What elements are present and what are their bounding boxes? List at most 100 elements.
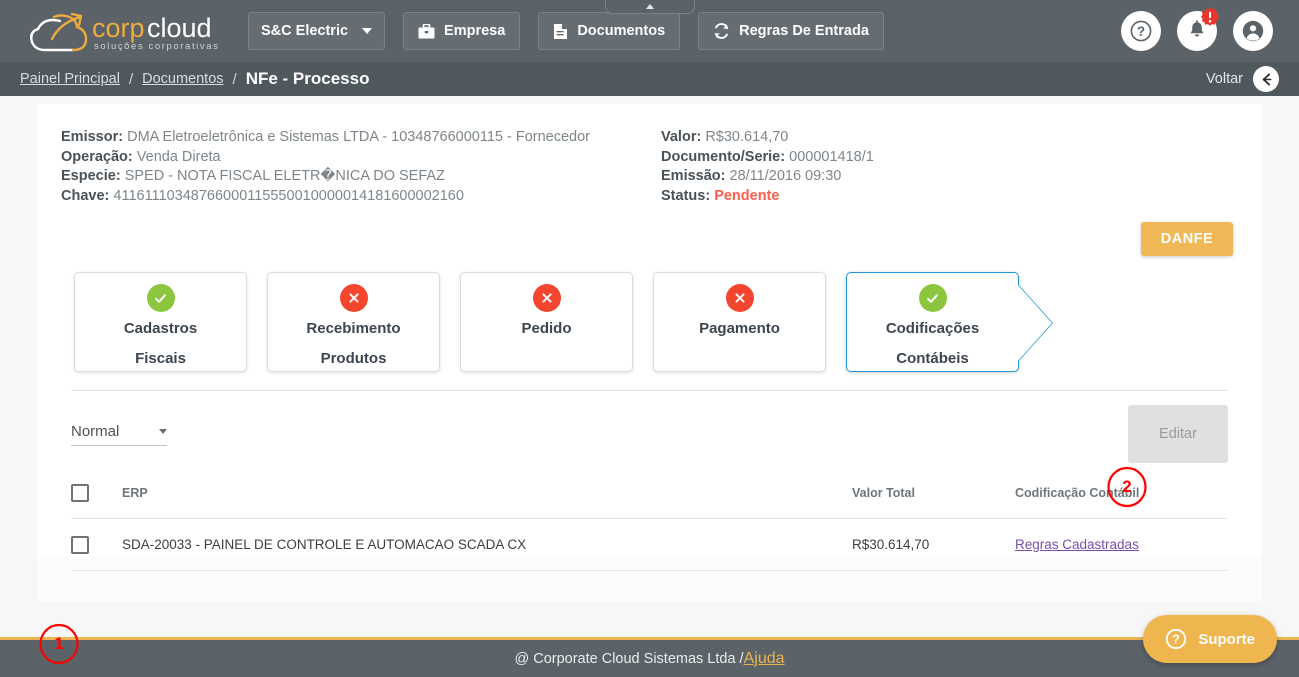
nav-button-empresa[interactable]: Empresa: [403, 12, 521, 50]
nav-button-documentos[interactable]: Documentos: [538, 12, 681, 50]
column-header-codificacao-contabil: Codificação Contábil: [1015, 485, 1140, 500]
document-info: Emissor: DMA Eletroeletrônica e Sistemas…: [61, 122, 1238, 206]
step-pagamento[interactable]: Pagamento: [653, 272, 826, 372]
svg-text:?: ?: [1137, 24, 1145, 39]
nav-button-regras-de-entrada[interactable]: Regras De Entrada: [698, 12, 884, 50]
company-selector-value: S&C Electric: [261, 23, 349, 39]
page-title: NFe - Processo: [245, 69, 370, 88]
logo-text-cloud: cloud: [147, 13, 212, 43]
step-label-line1: Recebimento: [306, 320, 401, 337]
back-button[interactable]: Voltar: [1206, 66, 1279, 92]
logo-tagline: soluções corporativas: [94, 41, 219, 52]
info-label-emissor: Emissor:: [61, 129, 124, 145]
info-row-emissao: Emissão: 28/11/2016 09:30: [661, 167, 1238, 187]
step-label-line1: Cadastros: [123, 320, 198, 337]
chevron-up-icon: [645, 4, 654, 9]
footer-bar: @ Corporate Cloud Sistemas Ltda / Ajuda: [0, 637, 1299, 677]
step-cadastros-fiscais[interactable]: Cadastros Fiscais: [74, 272, 247, 372]
info-value-valor: R$30.614,70: [705, 129, 789, 145]
row-checkbox[interactable]: [71, 535, 89, 554]
controls-row: Normal Editar: [61, 405, 1238, 463]
corpcloud-logo[interactable]: corp cloud soluções corporativas: [30, 9, 230, 53]
topbar-icon-group: ?: [1121, 7, 1279, 51]
cell-valor-total: R$30.614,70: [852, 537, 930, 552]
step-recebimento-produtos[interactable]: Recebimento Produtos: [267, 272, 440, 372]
regras-cadastradas-link[interactable]: Regras Cadastradas: [1015, 537, 1139, 552]
edit-button[interactable]: Editar: [1128, 405, 1228, 463]
info-label-status: Status:: [661, 187, 711, 204]
notifications-button[interactable]: [1177, 7, 1220, 51]
step-label-line2: Contábeis: [896, 350, 969, 367]
content-card: Emissor: DMA Eletroeletrônica e Sistemas…: [37, 104, 1262, 571]
info-row-status: Status: Pendente: [661, 187, 1238, 207]
person-icon: [1242, 20, 1264, 42]
step-label-line1: Pagamento: [699, 320, 780, 337]
info-value-documento-serie: 000001418/1: [789, 148, 874, 165]
table-row[interactable]: SDA-20033 - PAINEL DE CONTROLE E AUTOMAC…: [71, 519, 1228, 571]
check-circle-icon: [146, 284, 175, 312]
support-widget-button[interactable]: ? Suporte: [1143, 615, 1277, 663]
support-widget-label: Suporte: [1198, 630, 1255, 648]
info-label-especie: Especie:: [61, 168, 121, 184]
row-select-cell: [71, 535, 122, 554]
items-table: ERP Valor Total Codificação Contábil SDA…: [61, 467, 1238, 571]
info-row-especie: Especie: SPED - NOTA FISCAL ELETR�NICA D…: [61, 167, 661, 187]
step-label-line1: Pedido: [521, 320, 572, 337]
footer-help-link[interactable]: Ajuda: [744, 650, 785, 668]
step-codificacoes-contabeis[interactable]: Codificações Contábeis: [846, 272, 1053, 372]
x-circle-icon: [725, 284, 754, 312]
help-button[interactable]: ?: [1121, 11, 1161, 51]
nav-button-documentos-label: Documentos: [577, 23, 666, 39]
info-label-valor: Valor:: [661, 129, 702, 145]
step-label-line2: Fiscais: [135, 350, 186, 367]
company-selector[interactable]: S&C Electric: [248, 12, 386, 50]
info-value-especie: SPED - NOTA FISCAL ELETR�NICA DO SEFAZ: [124, 168, 445, 184]
document-info-right-column: Valor: R$30.614,70 Documento/Serie: 0000…: [661, 128, 1238, 206]
cell-codificacao-contabil: Regras Cadastradas: [1015, 536, 1228, 554]
briefcase-icon: [418, 23, 435, 38]
table-header-row: ERP Valor Total Codificação Contábil: [71, 467, 1228, 519]
cell-erp: SDA-20033 - PAINEL DE CONTROLE E AUTOMAC…: [122, 537, 527, 552]
mode-select[interactable]: Normal: [71, 423, 167, 446]
info-row-documento-serie: Documento/Serie: 000001418/1: [661, 148, 1238, 168]
info-value-emissao: 28/11/2016 09:30: [729, 168, 842, 184]
refresh-icon: [714, 23, 729, 39]
nav-button-empresa-label: Empresa: [444, 23, 506, 39]
collapse-menu-toggle[interactable]: [604, 0, 695, 14]
info-value-chave: 4116111034876600011555001000001418160000…: [113, 187, 464, 204]
account-button[interactable]: [1233, 11, 1273, 51]
step-pedido[interactable]: Pedido: [460, 272, 633, 372]
info-label-operacao: Operação:: [61, 148, 133, 165]
document-icon: [554, 23, 568, 39]
mode-select-value: Normal: [71, 422, 120, 440]
select-all-checkbox[interactable]: [71, 483, 89, 502]
content-panel: Emissor: DMA Eletroeletrônica e Sistemas…: [37, 104, 1262, 602]
step-label-line1: Codificações: [885, 320, 980, 337]
x-circle-icon: [339, 284, 368, 312]
nav-button-regras-label: Regras De Entrada: [739, 23, 869, 39]
logo-text-corp: corp: [92, 13, 145, 43]
document-info-left-column: Emissor: DMA Eletroeletrônica e Sistemas…: [61, 128, 661, 206]
info-value-emissor: DMA Eletroeletrônica e Sistemas LTDA - 1…: [127, 129, 591, 145]
info-label-chave: Chave:: [61, 187, 110, 204]
info-value-operacao: Venda Direta: [136, 148, 221, 165]
arrow-left-icon: [1253, 66, 1279, 92]
breadcrumb-item-documentos[interactable]: Documentos: [142, 71, 223, 87]
svg-text:?: ?: [1173, 633, 1181, 647]
breadcrumb-separator: /: [128, 70, 134, 88]
logo-mark: corp cloud soluções corporativas: [30, 12, 219, 52]
section-divider: [71, 390, 1228, 391]
info-row-emissor: Emissor: DMA Eletroeletrônica e Sistemas…: [61, 128, 661, 148]
chevron-down-icon: [362, 28, 373, 34]
info-label-documento-serie: Documento/Serie:: [661, 148, 786, 165]
breadcrumb-bar: Painel Principal / Documentos / NFe - Pr…: [0, 62, 1299, 96]
danfe-button[interactable]: DANFE: [1141, 222, 1233, 256]
page-content: Emissor: DMA Eletroeletrônica e Sistemas…: [0, 96, 1299, 677]
danfe-row: DANFE: [61, 222, 1238, 256]
info-row-valor: Valor: R$30.614,70: [661, 128, 1238, 148]
select-all-cell: [71, 483, 122, 502]
help-circle-icon: ?: [1166, 628, 1187, 650]
x-circle-icon: [532, 284, 561, 312]
breadcrumb-item-painel-principal[interactable]: Painel Principal: [20, 71, 120, 87]
info-label-emissao: Emissão:: [661, 168, 726, 184]
